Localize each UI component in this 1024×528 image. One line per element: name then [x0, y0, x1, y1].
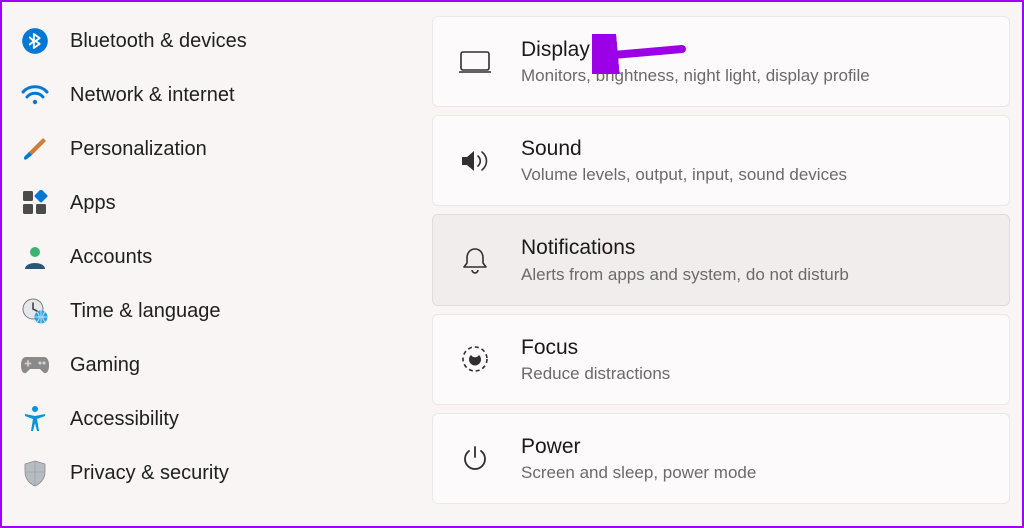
- sidebar-item-label: Network & internet: [70, 84, 235, 107]
- card-desc: Reduce distractions: [521, 364, 670, 384]
- wifi-icon: [18, 78, 52, 112]
- sidebar-item-bluetooth-devices[interactable]: Bluetooth & devices: [12, 14, 382, 68]
- apps-icon: [18, 186, 52, 220]
- sidebar-item-label: Apps: [70, 192, 116, 215]
- sidebar-item-label: Bluetooth & devices: [70, 30, 247, 53]
- card-desc: Monitors, brightness, night light, displ…: [521, 66, 870, 86]
- person-icon: [18, 240, 52, 274]
- bluetooth-icon: [18, 24, 52, 58]
- sidebar-item-label: Privacy & security: [70, 462, 229, 485]
- accessibility-icon: [18, 402, 52, 436]
- sidebar-item-label: Accounts: [70, 246, 152, 269]
- display-icon: [455, 42, 495, 82]
- card-title: Display: [521, 37, 870, 62]
- card-power[interactable]: Power Screen and sleep, power mode: [432, 413, 1010, 504]
- shield-icon: [18, 456, 52, 490]
- card-title: Focus: [521, 335, 670, 360]
- card-text: Notifications Alerts from apps and syste…: [521, 235, 849, 284]
- sidebar-item-label: Gaming: [70, 354, 140, 377]
- card-sound[interactable]: Sound Volume levels, output, input, soun…: [432, 115, 1010, 206]
- sound-icon: [455, 141, 495, 181]
- card-notifications[interactable]: Notifications Alerts from apps and syste…: [432, 214, 1010, 305]
- sidebar-item-personalization[interactable]: Personalization: [12, 122, 382, 176]
- card-desc: Screen and sleep, power mode: [521, 463, 756, 483]
- card-text: Sound Volume levels, output, input, soun…: [521, 136, 847, 185]
- gamepad-icon: [18, 348, 52, 382]
- card-focus[interactable]: Focus Reduce distractions: [432, 314, 1010, 405]
- system-settings-list: Display Monitors, brightness, night ligh…: [382, 2, 1022, 526]
- sidebar-item-accounts[interactable]: Accounts: [12, 230, 382, 284]
- card-title: Notifications: [521, 235, 849, 260]
- sidebar-item-label: Time & language: [70, 300, 220, 323]
- sidebar-item-network-internet[interactable]: Network & internet: [12, 68, 382, 122]
- sidebar-item-privacy-security[interactable]: Privacy & security: [12, 446, 382, 500]
- power-icon: [455, 438, 495, 478]
- card-desc: Volume levels, output, input, sound devi…: [521, 165, 847, 185]
- card-text: Power Screen and sleep, power mode: [521, 434, 756, 483]
- paintbrush-icon: [18, 132, 52, 166]
- sidebar-item-accessibility[interactable]: Accessibility: [12, 392, 382, 446]
- focus-icon: [455, 339, 495, 379]
- card-title: Sound: [521, 136, 847, 161]
- sidebar-item-label: Personalization: [70, 138, 207, 161]
- sidebar-item-time-language[interactable]: Time & language: [12, 284, 382, 338]
- sidebar-item-label: Accessibility: [70, 408, 179, 431]
- card-text: Display Monitors, brightness, night ligh…: [521, 37, 870, 86]
- settings-sidebar: Bluetooth & devices Network & internet P…: [2, 2, 382, 526]
- sidebar-item-apps[interactable]: Apps: [12, 176, 382, 230]
- card-display[interactable]: Display Monitors, brightness, night ligh…: [432, 16, 1010, 107]
- card-title: Power: [521, 434, 756, 459]
- card-text: Focus Reduce distractions: [521, 335, 670, 384]
- card-desc: Alerts from apps and system, do not dist…: [521, 265, 849, 285]
- clock-globe-icon: [18, 294, 52, 328]
- bell-icon: [455, 240, 495, 280]
- sidebar-item-gaming[interactable]: Gaming: [12, 338, 382, 392]
